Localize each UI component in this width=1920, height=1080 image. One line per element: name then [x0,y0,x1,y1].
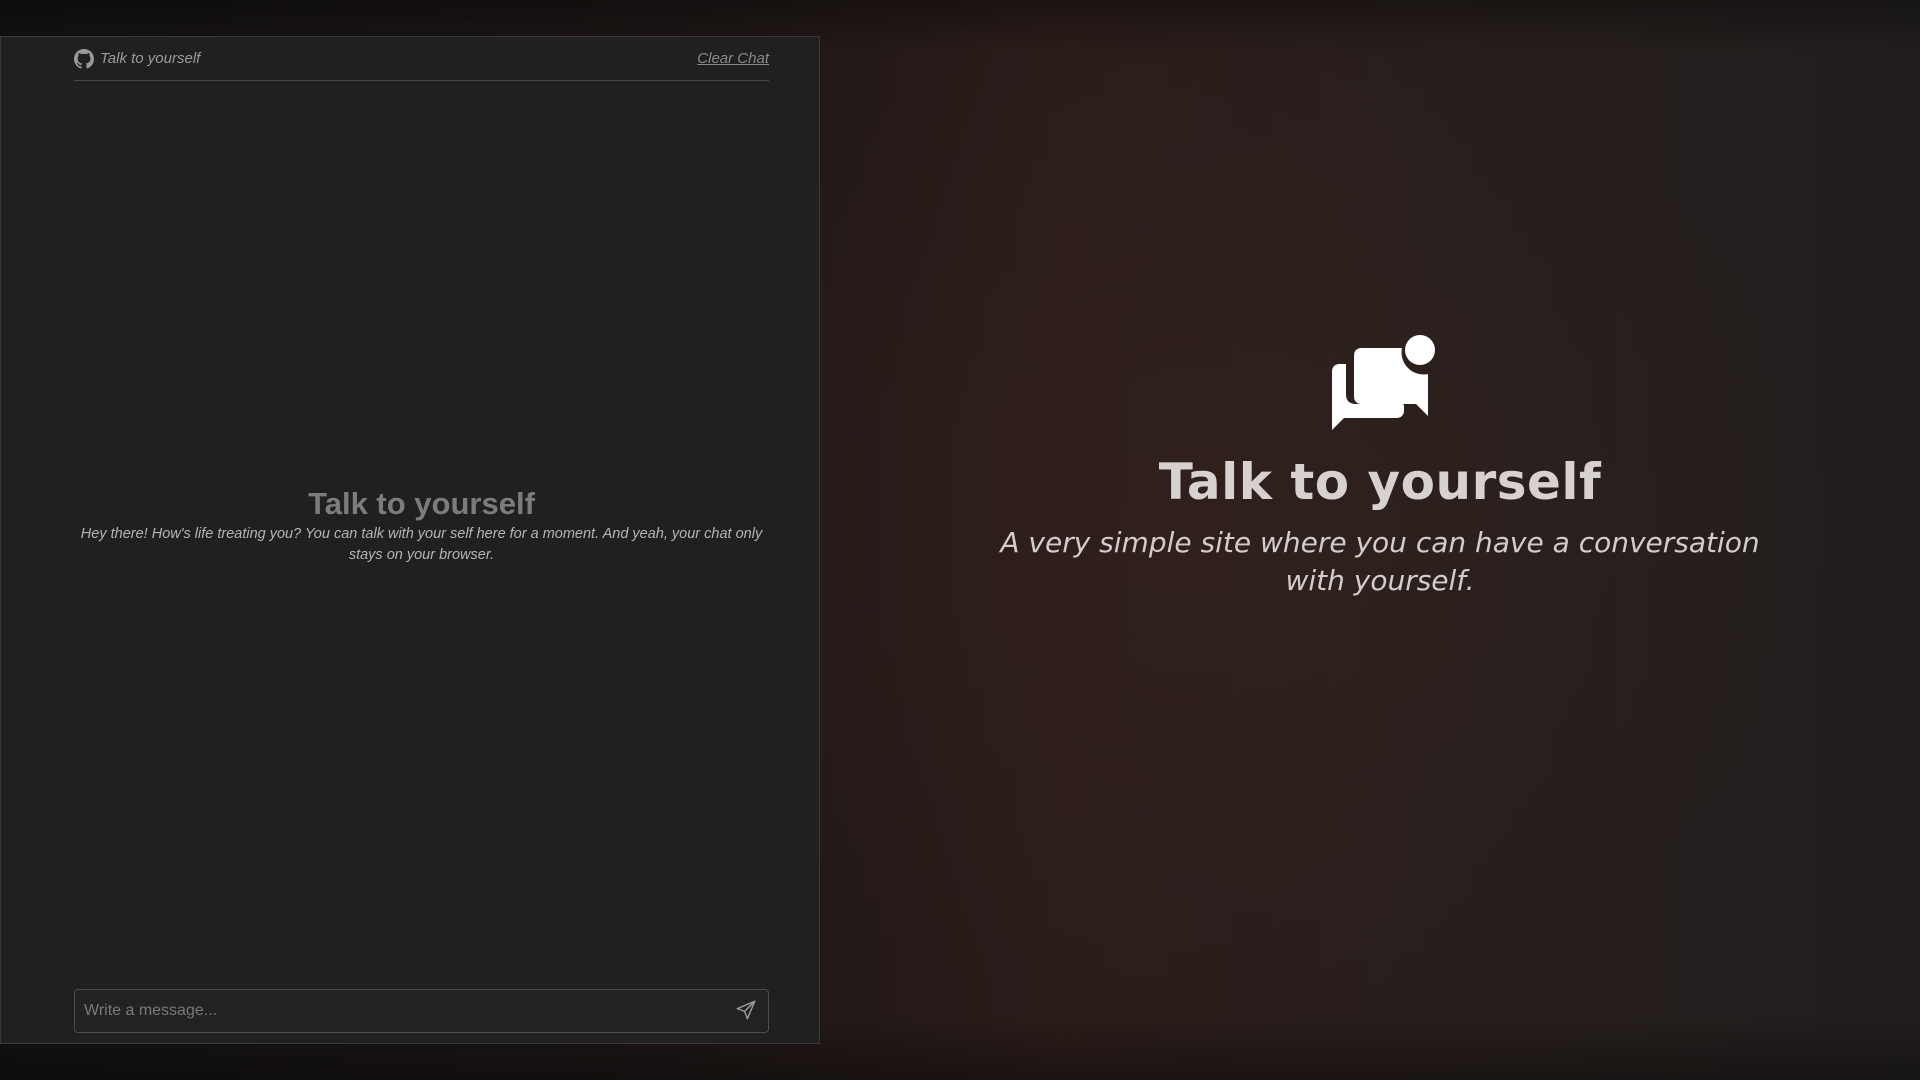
message-composer [74,989,769,1033]
github-icon [74,48,94,69]
github-link[interactable]: Talk to yourself [74,48,201,69]
chat-header: Talk to yourself Clear Chat [74,37,769,81]
send-button[interactable] [726,991,766,1031]
clear-chat-link[interactable]: Clear Chat [697,50,769,67]
chat-panel: Talk to yourself Clear Chat Talk to your… [0,36,820,1044]
hero-subtitle: A very simple site where you can have a … [1000,526,1760,597]
hero-section: Talk to yourself A very simple site wher… [980,330,1780,600]
brand-label: Talk to yourself [100,50,201,67]
hero-title: Talk to yourself [1158,453,1602,511]
chat-bubbles-logo-icon [980,330,1780,442]
chat-empty-description: Hey there! How's life treating you? You … [80,526,763,564]
send-icon [735,999,757,1024]
chat-empty-title: Talk to yourself [308,486,535,521]
chat-empty-state: Talk to yourself Hey there! How's life t… [74,485,769,566]
message-input[interactable] [75,990,726,1032]
